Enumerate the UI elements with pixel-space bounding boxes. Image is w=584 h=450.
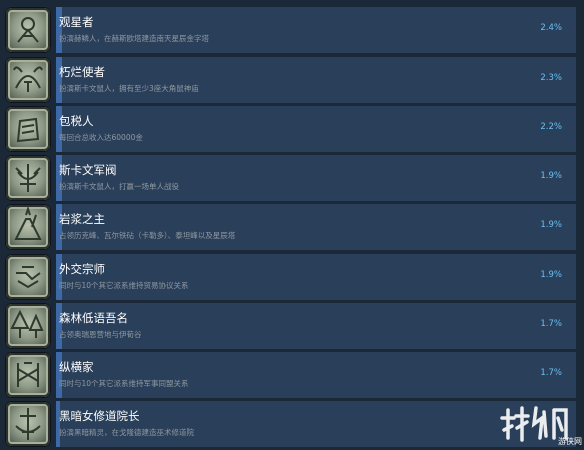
- watermark-logo-icon: 游侠网: [500, 406, 582, 446]
- dark-convent-icon: [6, 402, 50, 446]
- achievement-row[interactable]: 黑暗女修道院长扮演黑暗精灵，在戈隆德建造巫术修道院: [0, 401, 584, 447]
- achievement-description: 扮演黑暗精灵，在戈隆德建造巫术修道院: [59, 428, 194, 437]
- achievement-name: 斯卡文军阀: [59, 163, 117, 177]
- achievement-description: 占领历克峰、瓦尔铁砧（卡勒多）、泰坦峰以及星辰塔: [59, 231, 236, 240]
- achievement-row[interactable]: 朽烂使者扮演斯卡文鼠人，拥有至少3座大角鼠神庙 2.3%: [0, 57, 584, 103]
- watermark-text: 游侠网: [558, 436, 582, 446]
- achievement-name: 包税人: [59, 114, 94, 128]
- unlock-percentage: 1.9%: [540, 220, 562, 230]
- achievement-row[interactable]: 斯卡文军阀扮演斯卡文鼠人，打赢一场单人战役 1.9%: [0, 155, 584, 201]
- achievement-panel: 观星者扮演赫鳞人，在赫斯欧塔建造南天星辰金字塔 2.4%: [56, 7, 576, 53]
- achievement-name: 朽烂使者: [59, 65, 105, 79]
- unlock-percentage: 1.9%: [540, 171, 562, 181]
- achievement-row[interactable]: 外交宗师同时与10个其它派系维持贸易协议关系 1.9%: [0, 254, 584, 300]
- forest-icon: [6, 304, 50, 348]
- achievement-panel: 朽烂使者扮演斯卡文鼠人，拥有至少3座大角鼠神庙 2.3%: [56, 57, 576, 103]
- achievement-description: 同时与10个其它派系维持贸易协议关系: [59, 281, 189, 290]
- achievement-panel: 黑暗女修道院长扮演黑暗精灵，在戈隆德建造巫术修道院: [56, 401, 576, 447]
- unlock-percentage: 2.4%: [540, 23, 562, 33]
- achievement-name: 纵横家: [59, 360, 94, 374]
- volcano-icon: [6, 205, 50, 249]
- unlock-percentage: 2.3%: [540, 73, 562, 83]
- achievement-description: 占领奥瑞恩营地与伊荀谷: [59, 330, 142, 339]
- achievement-row[interactable]: 森林低语吾名占领奥瑞恩营地与伊荀谷 1.7%: [0, 303, 584, 349]
- handshake-icon: [6, 255, 50, 299]
- achievement-row[interactable]: 观星者扮演赫鳞人，在赫斯欧塔建造南天星辰金字塔 2.4%: [0, 7, 584, 53]
- coin-purse-icon: [6, 107, 50, 151]
- achievement-panel: 纵横家同时与10个其它派系维持军事同盟关系 1.7%: [56, 352, 576, 398]
- rat-warlord-icon: [6, 156, 50, 200]
- achievement-panel: 包税人每回合总收入达60000金 2.2%: [56, 106, 576, 152]
- achievement-row[interactable]: 纵横家同时与10个其它派系维持军事同盟关系 1.7%: [0, 352, 584, 398]
- achievement-name: 岩浆之主: [59, 212, 105, 226]
- alliance-icon: [6, 353, 50, 397]
- achievement-description: 同时与10个其它派系维持军事同盟关系: [59, 379, 189, 388]
- achievement-name: 黑暗女修道院长: [59, 409, 140, 423]
- achievement-row[interactable]: 岩浆之主占领历克峰、瓦尔铁砧（卡勒多）、泰坦峰以及星辰塔 1.9%: [0, 204, 584, 250]
- unlock-percentage: 1.7%: [540, 319, 562, 329]
- achievement-name: 森林低语吾名: [59, 311, 128, 325]
- watermark: 游侠网: [500, 400, 584, 446]
- achievement-description: 每回合总收入达60000金: [59, 133, 143, 142]
- achievement-panel: 斯卡文军阀扮演斯卡文鼠人，打赢一场单人战役 1.9%: [56, 155, 576, 201]
- rat-horned-icon: [6, 58, 50, 102]
- achievement-description: 扮演赫鳞人，在赫斯欧塔建造南天星辰金字塔: [59, 34, 209, 43]
- unlock-percentage: 1.7%: [540, 368, 562, 378]
- achievement-name: 外交宗师: [59, 262, 105, 276]
- achievement-panel: 岩浆之主占领历克峰、瓦尔铁砧（卡勒多）、泰坦峰以及星辰塔 1.9%: [56, 204, 576, 250]
- achievement-description: 扮演斯卡文鼠人，拥有至少3座大角鼠神庙: [59, 84, 199, 93]
- achievement-name: 观星者: [59, 15, 94, 29]
- unlock-percentage: 1.9%: [540, 270, 562, 280]
- achievement-row[interactable]: 包税人每回合总收入达60000金 2.2%: [0, 106, 584, 152]
- telescope-icon: [6, 8, 50, 52]
- unlock-percentage: 2.2%: [540, 122, 562, 132]
- achievement-panel: 外交宗师同时与10个其它派系维持贸易协议关系 1.9%: [56, 254, 576, 300]
- achievement-description: 扮演斯卡文鼠人，打赢一场单人战役: [59, 182, 179, 191]
- achievement-list: 观星者扮演赫鳞人，在赫斯欧塔建造南天星辰金字塔 2.4% 朽烂使者扮演斯卡文鼠人，拥…: [0, 0, 584, 450]
- achievement-panel: 森林低语吾名占领奥瑞恩营地与伊荀谷 1.7%: [56, 303, 576, 349]
